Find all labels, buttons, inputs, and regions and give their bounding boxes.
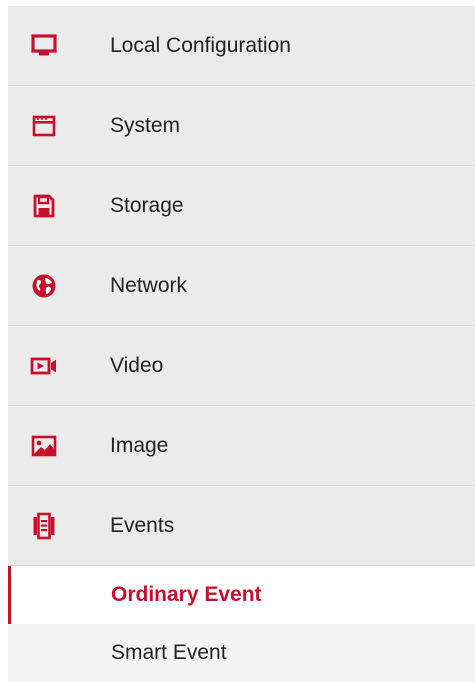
- sidebar-item-label: Image: [110, 433, 169, 457]
- sidebar-item-label: Local Configuration: [110, 33, 291, 57]
- settings-sidebar: Local Configuration System Storage Netwo…: [8, 6, 475, 682]
- sidebar-item-network[interactable]: Network: [8, 246, 475, 326]
- sidebar-item-system[interactable]: System: [8, 86, 475, 166]
- sidebar-item-local-configuration[interactable]: Local Configuration: [8, 6, 475, 86]
- sidebar-item-label: Video: [110, 353, 164, 377]
- events-list-icon: [30, 512, 58, 540]
- sidebar-item-image[interactable]: Image: [8, 406, 475, 486]
- sidebar-item-label: System: [110, 113, 181, 137]
- submenu-item-label: Ordinary Event: [111, 583, 262, 606]
- sidebar-item-storage[interactable]: Storage: [8, 166, 475, 246]
- monitor-icon: [30, 32, 58, 60]
- sidebar-item-events[interactable]: Events: [8, 486, 475, 566]
- active-indicator: [8, 566, 11, 624]
- sidebar-item-label: Storage: [110, 193, 184, 217]
- picture-icon: [30, 432, 58, 460]
- events-submenu: Ordinary Event Smart Event: [8, 566, 475, 682]
- globe-icon: [30, 272, 58, 300]
- submenu-item-smart-event[interactable]: Smart Event: [8, 624, 475, 682]
- submenu-item-ordinary-event[interactable]: Ordinary Event: [8, 566, 475, 624]
- system-window-icon: [30, 112, 58, 140]
- sidebar-item-label: Events: [110, 513, 175, 537]
- sidebar-item-label: Network: [110, 273, 188, 297]
- submenu-item-label: Smart Event: [111, 641, 227, 664]
- video-camera-icon: [30, 352, 58, 380]
- floppy-disk-icon: [30, 192, 58, 220]
- sidebar-item-video[interactable]: Video: [8, 326, 475, 406]
